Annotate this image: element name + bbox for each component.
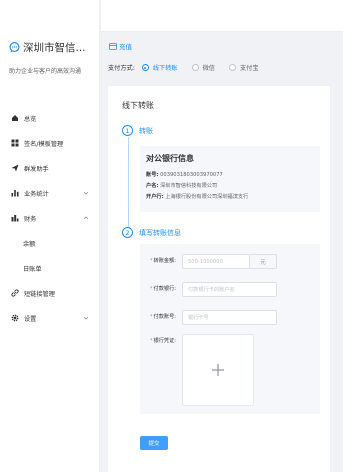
brand[interactable]: 深圳市智信... (9, 40, 86, 55)
payer-account-placeholder: 银行卡号 (188, 315, 209, 321)
transfer-form: *转账金额: 500-1000000 元 *付款银行: 付款银行卡的账户名 *付… (140, 244, 320, 414)
chevron-down-icon (83, 316, 89, 320)
step-number: 1 (122, 125, 133, 136)
home-icon (11, 114, 19, 122)
bar-chart-icon (11, 189, 19, 197)
radio-label: 线下转账 (152, 65, 178, 72)
required-mark: * (149, 314, 153, 320)
top-bar (101, 0, 343, 32)
sidebar-item-label: 日账单 (23, 265, 42, 273)
card-title: 线下转账 (122, 101, 154, 110)
required-mark: * (149, 258, 153, 264)
bank-name-label: 户名: (146, 183, 159, 189)
payment-method-label: 支付方式: (108, 65, 135, 72)
amount-label: *转账金额: (140, 257, 176, 264)
bank-name-value: 深圳市智信科技有限公司 (160, 183, 218, 189)
payer-account-input[interactable]: 银行卡号 (182, 310, 277, 325)
sidebar-item-overview[interactable]: 总览 (0, 111, 100, 125)
brand-name: 深圳市智信... (23, 42, 86, 54)
sidebar-item-statistics[interactable]: 业务统计 (0, 186, 100, 200)
bank-branch-line: 开户行: 上海银行股份有限公司深圳福滨支行 (146, 193, 248, 200)
bank-account-value: 0039031803003970077 (160, 172, 223, 178)
radio-dot (228, 64, 236, 71)
step-number: 2 (122, 227, 133, 238)
step-label: 转账 (139, 126, 153, 135)
payment-method-row: 支付方式: 线下转账 微信 支付宝 (108, 63, 273, 72)
finance-chart-icon (11, 214, 19, 222)
sidebar-item-finance[interactable]: 财务 (0, 211, 100, 225)
voucher-label-text: 银行凭证: (153, 338, 177, 344)
bank-branch-value: 上海银行股份有限公司深圳福滨支行 (165, 194, 249, 200)
plus-icon (212, 364, 224, 376)
link-icon (11, 289, 19, 297)
required-mark: * (149, 338, 153, 344)
radio-alipay[interactable]: 支付宝 (228, 63, 259, 72)
chat-bubble-icon (9, 42, 20, 53)
amount-unit: 元 (250, 254, 277, 269)
sidebar-item-label: 余额 (23, 240, 36, 248)
amount-placeholder: 500-1000000 (188, 258, 223, 265)
sidebar-item-settings[interactable]: 设置 (0, 311, 100, 325)
sidebar-item-label: 设置 (24, 315, 37, 323)
payer-bank-input[interactable]: 付款银行卡的账户名 (182, 282, 277, 297)
account-label-text: 付款账号: (153, 314, 177, 320)
submit-button[interactable]: 提交 (140, 436, 168, 450)
sidebar-item-label: 群发助手 (24, 165, 49, 173)
radio-label: 支付宝 (239, 65, 259, 72)
radio-offline-transfer[interactable]: 线下转账 (141, 63, 178, 72)
chevron-up-icon (83, 216, 89, 220)
sidebar-item-short-links[interactable]: 短链接管理 (0, 286, 100, 300)
amount-input[interactable]: 500-1000000 (182, 254, 250, 269)
sidebar: 深圳市智信... 助力企业与客户的高效沟通 总览 签名/模板管理 群发助手 业务… (0, 0, 100, 472)
account-label: *付款账号: (140, 313, 176, 320)
breadcrumb-label: 充值 (119, 43, 132, 51)
sidebar-item-balance[interactable]: 余额 (0, 236, 100, 250)
sidebar-item-label: 签名/模板管理 (24, 140, 64, 148)
step-label: 填写转账信息 (139, 228, 181, 237)
voucher-upload[interactable] (182, 334, 254, 406)
radio-dot (191, 64, 199, 71)
grid-icon (11, 139, 19, 147)
bank-name-line: 户名: 深圳市智信科技有限公司 (146, 182, 217, 189)
amount-label-text: 转账金额: (153, 258, 177, 264)
breadcrumb: 充值 (109, 41, 132, 51)
bank-account-line: 账号: 0039031803003970077 (146, 171, 223, 178)
brand-tagline: 助力企业与客户的高效沟通 (9, 68, 82, 75)
sidebar-item-bulk-send[interactable]: 群发助手 (0, 161, 100, 175)
sidebar-item-label: 总览 (24, 115, 37, 123)
step-connector (127, 137, 129, 227)
sidebar-item-label: 财务 (24, 215, 37, 223)
step-fill-info: 2 填写转账信息 (122, 227, 181, 238)
bank-label: *付款银行: (140, 285, 176, 292)
payer-bank-placeholder: 付款银行卡的账户名 (188, 287, 235, 293)
offline-transfer-card: 线下转账 1 转账 对公银行信息 账号: 0039031803003970077… (108, 86, 330, 472)
bank-info-title: 对公银行信息 (146, 154, 194, 163)
chevron-down-icon (83, 191, 89, 195)
send-icon (11, 164, 19, 172)
bank-info-box: 对公银行信息 账号: 0039031803003970077 户名: 深圳市智信… (140, 146, 320, 212)
sidebar-item-signature-templates[interactable]: 签名/模板管理 (0, 136, 100, 150)
card-icon (109, 42, 117, 50)
voucher-label: *银行凭证: (140, 337, 176, 344)
required-mark: * (149, 286, 153, 292)
bank-label-text: 付款银行: (153, 286, 177, 292)
step-transfer: 1 转账 (122, 125, 153, 136)
bank-account-label: 账号: (146, 172, 159, 178)
radio-dot (141, 64, 149, 71)
sidebar-item-label: 短链接管理 (24, 290, 55, 298)
gear-icon (11, 314, 19, 322)
radio-label: 微信 (202, 65, 215, 72)
radio-wechat[interactable]: 微信 (191, 63, 215, 72)
sidebar-item-daily-bill[interactable]: 日账单 (0, 261, 100, 275)
sidebar-item-label: 业务统计 (24, 190, 49, 198)
bank-branch-label: 开户行: (146, 194, 164, 200)
